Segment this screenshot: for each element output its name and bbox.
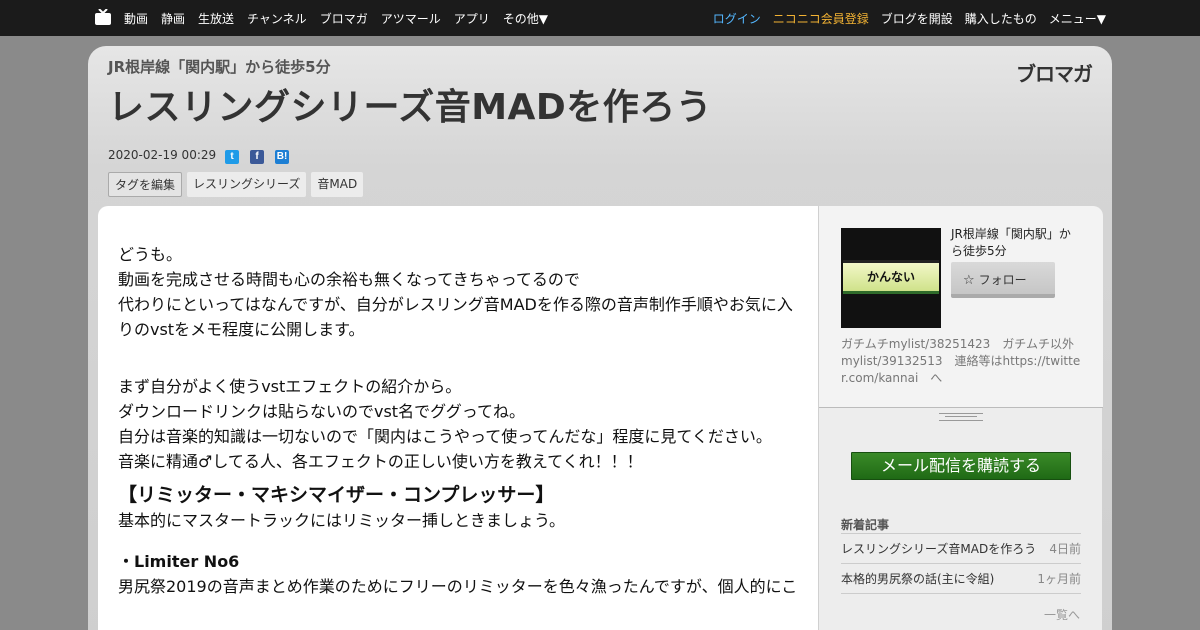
profile-description: ガチムチmylist/38251423 ガチムチ以外mylist/3913251… [841, 337, 1081, 385]
register-link[interactable]: ニコニコ会員登録 [773, 10, 869, 27]
nav-blomaga[interactable]: ブロマガ [320, 10, 368, 27]
share-buttons: t f B! [225, 150, 289, 164]
tag-list: タグを編集 レスリングシリーズ 音MAD [108, 172, 364, 197]
purchased-link[interactable]: 購入したもの [965, 10, 1037, 27]
service-nav: 動画 静画 生放送 チャンネル ブロマガ アツマール アプリ その他▼ [124, 0, 548, 36]
star-icon: ☆ [963, 273, 975, 288]
edit-tags-button[interactable]: タグを編集 [108, 172, 183, 197]
nav-live[interactable]: 生放送 [198, 10, 234, 27]
follow-label: フォロー [978, 273, 1027, 287]
recent-articles-heading: 新着記事 [841, 518, 890, 532]
article-body: どうも。 動画を完成させる時間も心の余裕も無くなってきちゃってるので 代わりにと… [98, 206, 818, 630]
publish-date: 2020-02-19 00:29 [108, 148, 217, 162]
login-link[interactable]: ログイン [713, 10, 761, 27]
article-title[interactable]: レスリングシリーズ音MADを作ろう [108, 78, 712, 130]
tag-wrestling-series[interactable]: レスリングシリーズ [187, 172, 307, 197]
article-paragraph: まず自分がよく使うvstエフェクトの紹介から。 ダウンロードリンクは貼らないので… [118, 377, 772, 471]
nav-video[interactable]: 動画 [124, 10, 148, 27]
blog-panel: JR根岸線「関内駅」から徒歩5分 レスリングシリーズ音MADを作ろう ブロマガ … [88, 46, 1112, 630]
station-sign: かんない [843, 260, 939, 294]
list-item[interactable]: 本格的男尻祭の話(主に令組) 1ヶ月前 [841, 564, 1081, 594]
blog-name-link[interactable]: JR根岸線「関内駅」から徒歩5分 [108, 56, 331, 77]
hatena-bookmark-icon[interactable]: B! [275, 150, 289, 164]
nav-apps[interactable]: アプリ [454, 10, 490, 27]
article-paragraph: どうも。 動画を完成させる時間も心の余裕も無くなってきちゃってるので 代わりにと… [118, 245, 793, 339]
view-all-link[interactable]: 一覧へ [1044, 606, 1080, 623]
open-blog-link[interactable]: ブログを開設 [881, 10, 953, 27]
blomaga-brand-logo[interactable]: ブロマガ [1016, 58, 1093, 87]
subscribe-email-button[interactable]: メール配信を購読する [851, 452, 1071, 480]
nav-channel[interactable]: チャンネル [247, 10, 307, 27]
top-navigation-bar: 動画 静画 生放送 チャンネル ブロマガ アツマール アプリ その他▼ ログイン… [0, 0, 1200, 36]
twitter-share-icon[interactable]: t [225, 150, 239, 164]
blog-thumbnail[interactable]: かんない [841, 228, 941, 328]
profile-card: かんない JR根岸線「関内駅」から徒歩5分 ☆ フォロー ガチムチmylist/3… [819, 206, 1103, 408]
sidebar: かんない JR根岸線「関内駅」から徒歩5分 ☆ フォロー ガチムチmylist/3… [818, 206, 1103, 630]
niconico-logo-icon[interactable] [94, 9, 112, 25]
nav-atsumaru[interactable]: アツマール [381, 10, 441, 27]
section-heading: 【リミッター・マキシマイザー・コンプレッサー】 [118, 484, 555, 506]
follow-button[interactable]: ☆ フォロー [951, 262, 1055, 298]
nav-seiga[interactable]: 静画 [161, 10, 185, 27]
tag-otomad[interactable]: 音MAD [311, 172, 364, 197]
nav-others-dropdown[interactable]: その他▼ [503, 10, 548, 27]
facebook-share-icon[interactable]: f [250, 150, 264, 164]
article-paragraph: 基本的にマスタートラックにはリミッター挿しときましょう。 [118, 511, 566, 530]
sub-heading: ・Limiter No6 [118, 552, 240, 571]
recent-article-age: 4日前 [1049, 542, 1081, 556]
recent-article-title[interactable]: レスリングシリーズ音MADを作ろう [841, 534, 1036, 563]
recent-articles-list: レスリングシリーズ音MADを作ろう 4日前 本格的男尻祭の話(主に令組) 1ヶ月… [841, 533, 1081, 594]
menu-dropdown[interactable]: メニュー▼ [1049, 10, 1106, 27]
recent-article-age: 1ヶ月前 [1037, 572, 1081, 586]
expand-handle-icon[interactable] [939, 413, 983, 421]
account-nav: ログイン ニコニコ会員登録 ブログを開設 購入したもの メニュー▼ [713, 0, 1106, 36]
recent-article-title[interactable]: 本格的男尻祭の話(主に令組) [841, 564, 994, 593]
profile-name-link[interactable]: JR根岸線「関内駅」から徒歩5分 [951, 226, 1081, 260]
article-paragraph: 男尻祭2019の音声まとめ作業のためにフリーのリミッターを色々漁ったんですが、個… [118, 577, 798, 596]
list-item[interactable]: レスリングシリーズ音MADを作ろう 4日前 [841, 534, 1081, 564]
